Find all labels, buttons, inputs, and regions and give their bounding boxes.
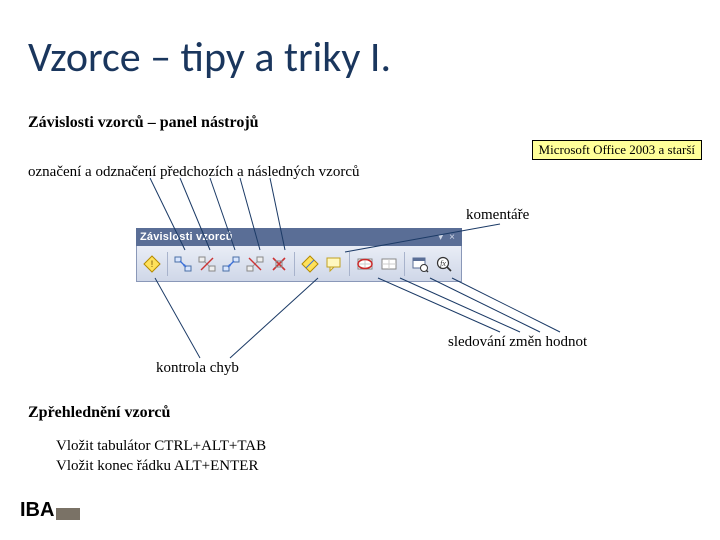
toolbar-separator — [349, 252, 350, 276]
remove-dependents-button[interactable] — [244, 252, 266, 276]
remove-dependents-icon — [246, 255, 264, 273]
shortcut-insert-newline: Vložit konec řádku ALT+ENTER — [56, 458, 258, 475]
svg-text:fx: fx — [440, 259, 446, 268]
remove-precedents-button[interactable] — [196, 252, 218, 276]
new-comment-button[interactable] — [323, 252, 345, 276]
svg-text:!: ! — [151, 259, 154, 269]
watch-window-button[interactable] — [409, 252, 431, 276]
subheading-dependencies: Závislosti vzorců – panel nástrojů — [28, 114, 259, 132]
warning-diamond-icon: ! — [143, 255, 161, 273]
trace-error-icon — [301, 255, 319, 273]
iba-logo: IBA — [20, 499, 80, 522]
watch-window-icon — [411, 255, 429, 273]
new-comment-icon — [325, 255, 343, 273]
toolbar-title: Závislosti vzorců — [140, 231, 435, 243]
trace-error-button[interactable] — [299, 252, 321, 276]
trace-dependents-icon — [222, 255, 240, 273]
label-error-check: kontrola chyb — [156, 360, 239, 377]
clear-circles-button[interactable] — [378, 252, 400, 276]
toolbar-body: ! — [136, 246, 462, 282]
toolbar-separator — [294, 252, 295, 276]
remove-precedents-icon — [198, 255, 216, 273]
clear-circles-icon — [380, 255, 398, 273]
shortcut-insert-tab: Vložit tabulátor CTRL+ALT+TAB — [56, 438, 266, 455]
toolbar-separator — [167, 252, 168, 276]
evaluate-formula-icon: fx — [435, 255, 453, 273]
office-version-badge: Microsoft Office 2003 a starší — [532, 140, 702, 160]
logo-text: IBA — [20, 499, 54, 522]
toolbar-separator — [404, 252, 405, 276]
label-comments: komentáře — [466, 207, 529, 224]
toolbar-close-icon[interactable]: × — [446, 232, 458, 243]
slide-title: Vzorce – tipy a triky I. — [28, 32, 391, 83]
trace-precedents-button[interactable] — [172, 252, 194, 276]
logo-mark-icon — [56, 508, 80, 520]
label-marking: označení a odznačení předchozích a násle… — [28, 164, 360, 181]
circle-invalid-icon — [356, 255, 374, 273]
evaluate-formula-button[interactable]: fx — [433, 252, 455, 276]
formula-auditing-toolbar: Závislosti vzorců ▾ × ! — [136, 228, 462, 282]
trace-dependents-button[interactable] — [220, 252, 242, 276]
circle-invalid-button[interactable] — [354, 252, 376, 276]
toolbar-menu-icon[interactable]: ▾ — [435, 232, 446, 243]
error-checking-button[interactable]: ! — [141, 252, 163, 276]
subheading-readability: Zpřehlednění vzorců — [28, 404, 170, 422]
remove-all-arrows-button[interactable] — [268, 252, 290, 276]
toolbar-titlebar[interactable]: Závislosti vzorců ▾ × — [136, 228, 462, 246]
remove-all-arrows-icon — [270, 255, 288, 273]
trace-precedents-icon — [174, 255, 192, 273]
label-watch: sledování změn hodnot — [448, 334, 587, 351]
